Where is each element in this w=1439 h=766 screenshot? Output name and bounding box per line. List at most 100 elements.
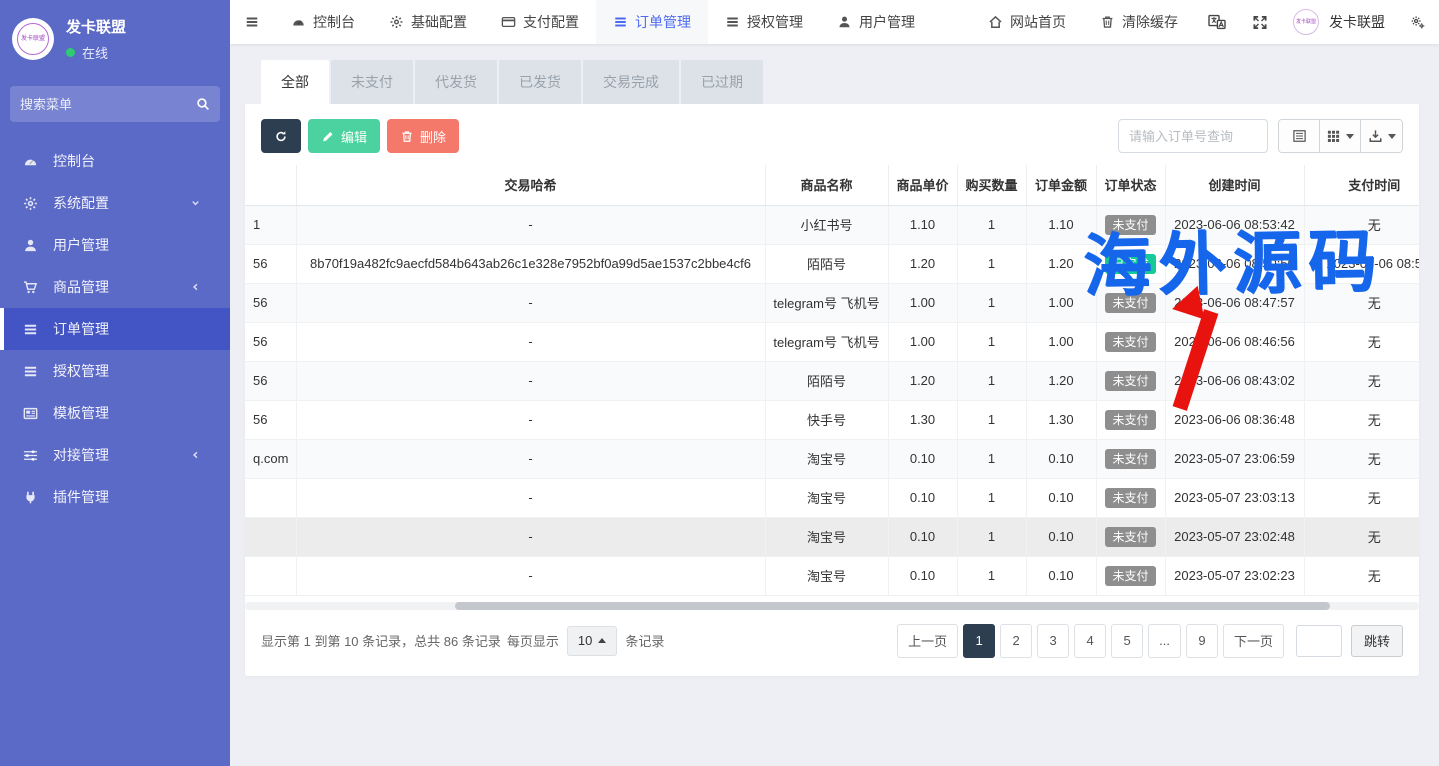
template-icon — [22, 406, 39, 421]
cell-amount: 0.10 — [1026, 439, 1096, 478]
table-row[interactable]: 56-快手号1.3011.30未支付2023-06-06 08:36:48无 — [245, 400, 1419, 439]
jump-page-input[interactable] — [1296, 625, 1342, 657]
nav-right-link-0[interactable]: 网站首页 — [971, 0, 1083, 44]
table-row[interactable]: 56-telegram号 飞机号1.0011.00未支付2023-06-06 0… — [245, 283, 1419, 322]
columns-button[interactable] — [1320, 120, 1361, 152]
jump-button[interactable]: 跳转 — [1351, 625, 1403, 657]
horizontal-scrollbar-thumb[interactable] — [455, 602, 1330, 610]
nav-right-link-1[interactable]: 清除缓存 — [1083, 0, 1195, 44]
tab-5[interactable]: 已过期 — [681, 60, 763, 104]
table-view-buttons — [1278, 119, 1403, 153]
tab-3[interactable]: 已发货 — [499, 60, 581, 104]
nav-item-label: 用户管理 — [859, 12, 915, 32]
sidebar-item-2[interactable]: 用户管理 — [0, 224, 230, 266]
cell-hash: - — [296, 556, 765, 595]
sidebar-item-7[interactable]: 对接管理 — [0, 434, 230, 476]
table-row[interactable]: 568b70f19a482fc9aecfd584b643ab26c1e328e7… — [245, 244, 1419, 283]
page-button-4[interactable]: 4 — [1074, 624, 1106, 658]
sidebar-item-5[interactable]: 授权管理 — [0, 350, 230, 392]
page-size-select[interactable]: 10 — [567, 626, 617, 656]
cell-user: 56 — [245, 400, 296, 439]
sidebar-search-input[interactable] — [20, 97, 196, 112]
order-search-input[interactable] — [1118, 119, 1268, 153]
cell-user: 56 — [245, 283, 296, 322]
page-button-3[interactable]: 3 — [1037, 624, 1069, 658]
cell-user: 1 — [245, 205, 296, 244]
table-row[interactable]: 1-小红书号1.1011.10未支付2023-06-06 08:53:42无 — [245, 205, 1419, 244]
cell-amount: 1.20 — [1026, 361, 1096, 400]
sidebar-item-6[interactable]: 模板管理 — [0, 392, 230, 434]
list-view-icon — [1292, 129, 1307, 143]
detail-view-button[interactable] — [1279, 120, 1320, 152]
card-icon — [501, 15, 516, 29]
tab-4[interactable]: 交易完成 — [583, 60, 679, 104]
user-menu[interactable]: 发卡联盟 发卡联盟 — [1281, 0, 1397, 44]
next-page-button[interactable]: 下一页 — [1223, 624, 1284, 658]
nav-item-3[interactable]: 订单管理 — [596, 0, 708, 44]
tab-0[interactable]: 全部 — [261, 60, 329, 104]
fullscreen-button[interactable] — [1239, 0, 1281, 44]
cell-price: 0.10 — [888, 478, 957, 517]
cell-status: 已完成 — [1096, 244, 1165, 283]
brand-logo: 发卡联盟 — [12, 18, 54, 60]
translate-button[interactable] — [1195, 0, 1239, 44]
prev-page-button[interactable]: 上一页 — [897, 624, 958, 658]
page-button-9[interactable]: 9 — [1186, 624, 1218, 658]
expand-icon — [1252, 15, 1268, 30]
brand: 发卡联盟 发卡联盟 在线 — [0, 0, 230, 76]
sidebar-search[interactable] — [10, 86, 220, 122]
cell-created: 2023-06-06 08:50:50 — [1165, 244, 1304, 283]
main-content: 全部未支付代发货已发货交易完成已过期 编辑 删除 — [230, 44, 1439, 766]
status-badge: 未支付 — [1105, 449, 1155, 469]
tab-2[interactable]: 代发货 — [415, 60, 497, 104]
table-row[interactable]: 56-telegram号 飞机号1.0011.00未支付2023-06-06 0… — [245, 322, 1419, 361]
nav-item-5[interactable]: 用户管理 — [820, 0, 932, 44]
chevron-down-icon — [1388, 134, 1396, 139]
tab-1[interactable]: 未支付 — [331, 60, 413, 104]
page-button-5[interactable]: 5 — [1111, 624, 1143, 658]
table-row[interactable]: -淘宝号0.1010.10未支付2023-05-07 23:02:23无 — [245, 556, 1419, 595]
nav-item-1[interactable]: 基础配置 — [372, 0, 484, 44]
table-row[interactable]: -淘宝号0.1010.10未支付2023-05-07 23:02:48无 — [245, 517, 1419, 556]
cell-amount: 1.20 — [1026, 244, 1096, 283]
nav-item-4[interactable]: 授权管理 — [708, 0, 820, 44]
sidebar-item-label: 控制台 — [53, 151, 95, 171]
settings-button[interactable] — [1397, 0, 1439, 44]
cell-product: telegram号 飞机号 — [765, 283, 888, 322]
sidebar-item-0[interactable]: 控制台 — [0, 140, 230, 182]
sidebar-item-1[interactable]: 系统配置 — [0, 182, 230, 224]
page-button-1[interactable]: 1 — [963, 624, 995, 658]
cell-quantity: 1 — [957, 517, 1026, 556]
sidebar-item-8[interactable]: 插件管理 — [0, 476, 230, 518]
cell-hash: - — [296, 361, 765, 400]
export-button[interactable] — [1361, 120, 1402, 152]
search-icon[interactable] — [196, 97, 210, 111]
sidebar-item-4[interactable]: 订单管理 — [0, 308, 230, 350]
cell-created: 2023-05-07 23:02:48 — [1165, 517, 1304, 556]
cell-product: 淘宝号 — [765, 556, 888, 595]
page-button-2[interactable]: 2 — [1000, 624, 1032, 658]
cell-quantity: 1 — [957, 361, 1026, 400]
refresh-button[interactable] — [261, 119, 301, 153]
edit-button-label: 编辑 — [341, 127, 367, 146]
cell-paid: 无 — [1304, 205, 1419, 244]
cell-created: 2023-06-06 08:46:56 — [1165, 322, 1304, 361]
sidebar-item-3[interactable]: 商品管理 — [0, 266, 230, 308]
bars-icon — [22, 322, 39, 337]
table-row[interactable]: 56-陌陌号1.2011.20未支付2023-06-06 08:43:02无 — [245, 361, 1419, 400]
cell-quantity: 1 — [957, 322, 1026, 361]
table-row[interactable]: q.com-淘宝号0.1010.10未支付2023-05-07 23:06:59… — [245, 439, 1419, 478]
delete-button[interactable]: 删除 — [387, 119, 459, 153]
edit-button[interactable]: 编辑 — [308, 119, 380, 153]
sidebar-toggle-button[interactable] — [230, 0, 274, 44]
gauge-icon — [22, 154, 39, 169]
user-icon — [22, 238, 39, 253]
nav-item-2[interactable]: 支付配置 — [484, 0, 596, 44]
nav-item-0[interactable]: 控制台 — [274, 0, 372, 44]
user-name: 发卡联盟 — [1329, 12, 1385, 32]
cell-paid: 无 — [1304, 361, 1419, 400]
table-row[interactable]: -淘宝号0.1010.10未支付2023-05-07 23:03:13无 — [245, 478, 1419, 517]
bars-icon — [725, 15, 740, 29]
cell-status: 未支付 — [1096, 439, 1165, 478]
cell-created: 2023-06-06 08:47:57 — [1165, 283, 1304, 322]
